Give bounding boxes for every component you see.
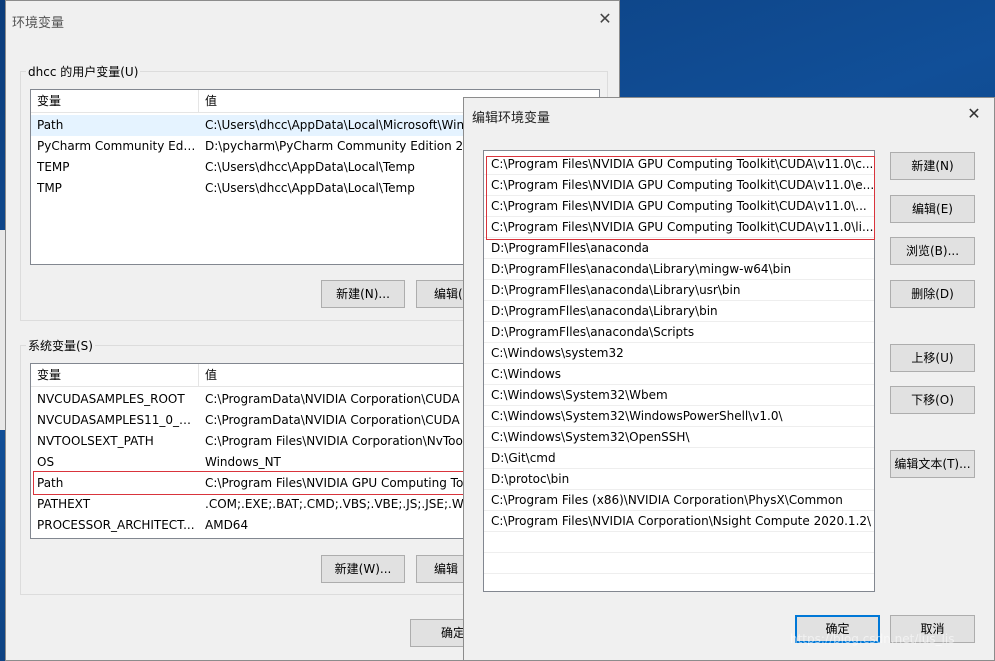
variable-name: PyCharm Community Editi... <box>37 139 197 153</box>
path-entry[interactable]: D:\ProgramFlles\anaconda\Library\usr\bin <box>484 280 874 301</box>
path-entry[interactable]: D:\Git\cmd <box>484 448 874 469</box>
dialog-title: 环境变量 <box>12 16 65 31</box>
variable-name: TMP <box>37 181 62 195</box>
dialog-title: 编辑环境变量 <box>472 111 551 126</box>
variable-name: PROCESSOR_ARCHITECT... <box>37 518 195 532</box>
variable-name: NVTOOLSEXT_PATH <box>37 434 154 448</box>
variable-name: Path <box>37 476 64 490</box>
path-entry[interactable]: D:\ProgramFlles\anaconda <box>484 238 874 259</box>
path-entry[interactable]: C:\Program Files\NVIDIA GPU Computing To… <box>484 154 874 175</box>
system-new-button[interactable]: 新建(W)... <box>321 555 405 583</box>
edit-text-button[interactable]: 编辑文本(T)... <box>890 450 975 478</box>
browse-button[interactable]: 浏览(B)... <box>890 237 975 265</box>
edit-environment-variable-dialog: 编辑环境变量 ✕ C:\Program Files\NVIDIA GPU Com… <box>463 97 995 661</box>
empty-path-slot[interactable] <box>484 553 874 574</box>
close-icon[interactable]: ✕ <box>595 9 615 29</box>
column-header-variable[interactable]: 变量 <box>31 90 61 112</box>
user-new-button[interactable]: 新建(N)... <box>321 280 405 308</box>
variable-name: Path <box>37 118 64 132</box>
variable-name: OS <box>37 455 55 469</box>
variable-name: PATHEXT <box>37 497 91 511</box>
system-variables-label: 系统变量(S) <box>26 337 95 354</box>
path-entry[interactable]: C:\Program Files (x86)\NVIDIA Corporatio… <box>484 490 874 511</box>
delete-path-button[interactable]: 删除(D) <box>890 280 975 308</box>
path-entry[interactable]: C:\Windows\System32\WindowsPowerShell\v1… <box>484 406 874 427</box>
close-icon[interactable]: ✕ <box>964 104 984 124</box>
path-entry[interactable]: D:\ProgramFlles\anaconda\Library\bin <box>484 301 874 322</box>
path-entry[interactable]: C:\Program Files\NVIDIA GPU Computing To… <box>484 217 874 238</box>
variable-name: NVCUDASAMPLES_ROOT <box>37 392 185 406</box>
path-entry[interactable]: D:\protoc\bin <box>484 469 874 490</box>
path-entry[interactable]: D:\ProgramFlles\anaconda\Scripts <box>484 322 874 343</box>
path-entry[interactable]: C:\Windows\System32\Wbem <box>484 385 874 406</box>
column-header-value[interactable]: 值 <box>199 90 217 112</box>
variable-name: TEMP <box>37 160 70 174</box>
variable-name: NVCUDASAMPLES11_0_R... <box>37 413 197 427</box>
path-entry[interactable]: C:\Windows <box>484 364 874 385</box>
user-variables-label: dhcc 的用户变量(U) <box>26 63 141 80</box>
path-entry[interactable]: C:\Program Files\NVIDIA GPU Computing To… <box>484 196 874 217</box>
column-header-value[interactable]: 值 <box>199 364 217 386</box>
path-entries-list[interactable]: C:\Program Files\NVIDIA GPU Computing To… <box>483 150 875 592</box>
path-entry[interactable]: C:\Windows\system32 <box>484 343 874 364</box>
column-header-variable[interactable]: 变量 <box>31 364 61 386</box>
watermark: https://blog.csdn.net/lus_lis <box>790 632 955 646</box>
move-down-button[interactable]: 下移(O) <box>890 386 975 414</box>
edit-path-button[interactable]: 编辑(E) <box>890 195 975 223</box>
path-entry[interactable]: D:\ProgramFlles\anaconda\Library\mingw-w… <box>484 259 874 280</box>
move-up-button[interactable]: 上移(U) <box>890 344 975 372</box>
path-entry[interactable]: C:\Program Files\NVIDIA Corporation\Nsig… <box>484 511 874 532</box>
path-entry[interactable]: C:\Program Files\NVIDIA GPU Computing To… <box>484 175 874 196</box>
new-path-button[interactable]: 新建(N) <box>890 152 975 180</box>
path-entry[interactable]: C:\Windows\System32\OpenSSH\ <box>484 427 874 448</box>
empty-path-slot[interactable] <box>484 532 874 553</box>
